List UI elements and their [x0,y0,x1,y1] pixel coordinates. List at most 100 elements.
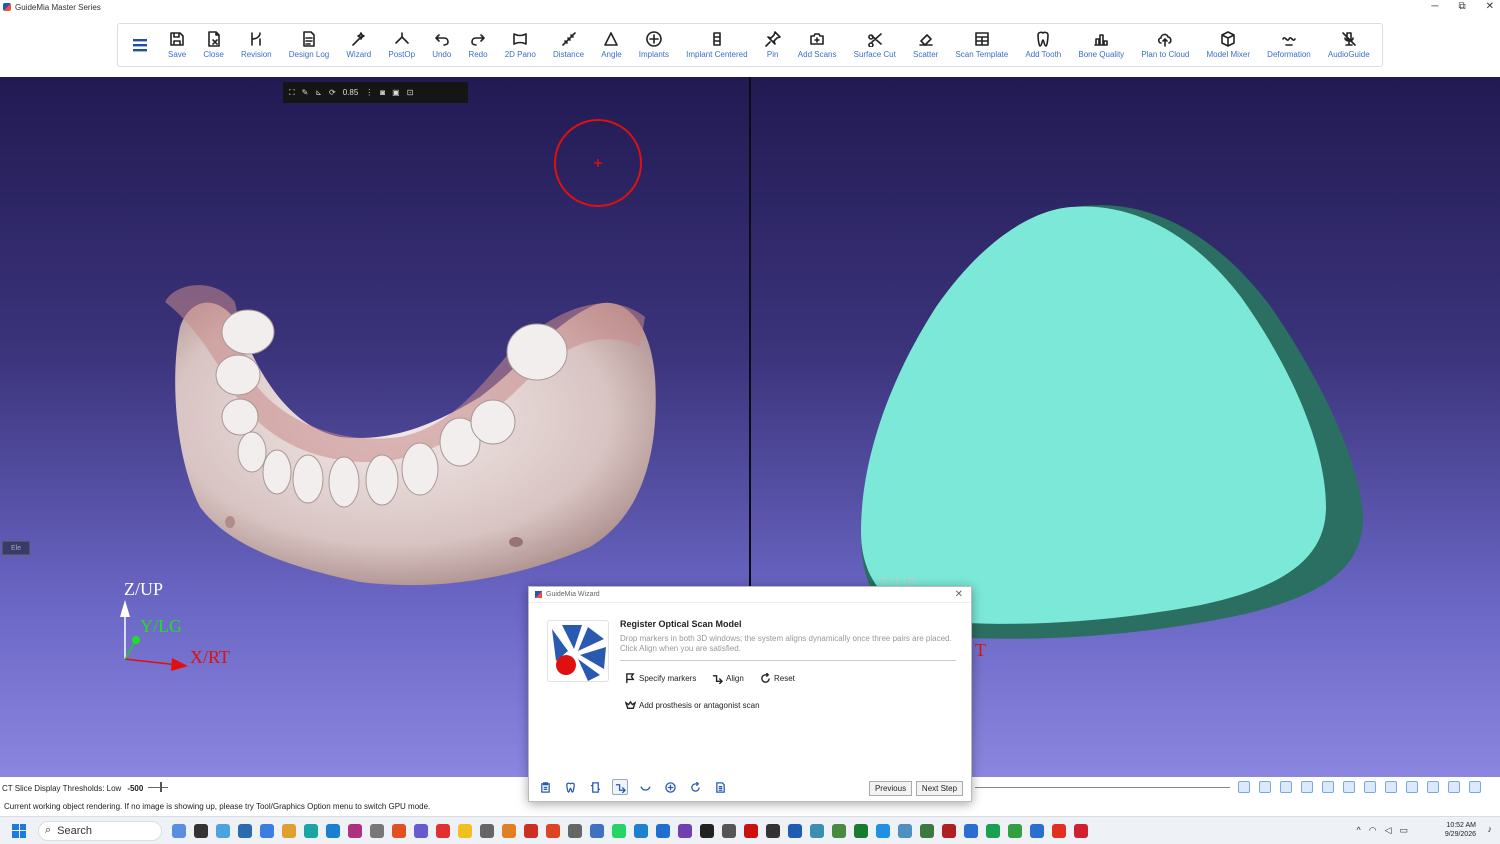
dialog-close-button[interactable]: ✕ [955,589,963,600]
taskbar-app-icon[interactable] [678,823,692,838]
taskbar-app-icon[interactable] [370,823,384,838]
taskbar-app-icon[interactable] [568,823,582,838]
clock[interactable]: 10:52 AM 9/29/2026 [1445,821,1476,839]
taskbar-app-icon[interactable] [348,823,362,838]
toolbar-bone-quality-button[interactable]: Bone Quality [1072,23,1130,67]
taskbar-app-icon[interactable] [172,823,186,838]
taskbar-app-icon[interactable] [722,823,736,838]
layout-slot-icon[interactable] [1406,781,1418,793]
layout-slot-icon[interactable] [1343,781,1355,793]
hamburger-menu-button[interactable] [118,23,162,67]
layout-slot-icon[interactable] [1364,781,1376,793]
video-icon[interactable]: ▣ [392,88,400,97]
toolbar-implant-centered-button[interactable]: Implant Centered [680,23,753,67]
toolbar-design-log-button[interactable]: Design Log [283,23,335,67]
layout-slot-icon[interactable] [1280,781,1292,793]
toolbar-undo-button[interactable]: Undo [426,23,457,67]
toolbar-scan-template-button[interactable]: Scan Template [949,23,1014,67]
toolbar-surface-cut-button[interactable]: Surface Cut [848,23,902,67]
toolbar-add-tooth-button[interactable]: Add Tooth [1019,23,1067,67]
taskbar-app-icon[interactable] [876,823,890,838]
step-implant-icon[interactable] [662,779,678,795]
ruler-icon[interactable]: ⊾ [315,88,322,97]
toolbar-postop-button[interactable]: PostOp [382,23,421,67]
toolbar-distance-button[interactable]: Distance [547,23,590,67]
wifi-icon[interactable]: ◠ [1369,825,1377,836]
layout-slot-icon[interactable] [1259,781,1271,793]
taskbar-app-icon[interactable] [458,823,472,838]
fit-view-icon[interactable]: ⛶ [289,88,295,98]
taskbar-app-icon[interactable] [546,823,560,838]
toolbar-save-button[interactable]: Save [162,23,192,67]
notification-bell-icon[interactable]: ♪ [1488,824,1493,834]
toolbar-audioguide-button[interactable]: AudioGuide [1322,23,1376,67]
layout-slot-icon[interactable] [1448,781,1460,793]
toolbar-add-scans-button[interactable]: Add Scans [792,23,843,67]
chevron-up-icon[interactable]: ^ [1356,825,1360,836]
taskbar-app-icon[interactable] [326,823,340,838]
taskbar-app-icon[interactable] [942,823,956,838]
toolbar-close-button[interactable]: Close [197,23,229,67]
close-window-button[interactable]: ✕ [1486,0,1494,13]
toolbar-model-mixer-button[interactable]: Model Mixer [1200,23,1256,67]
taskbar-app-icon[interactable] [832,823,846,838]
reset-button[interactable]: Reset [760,673,795,684]
layout-slot-icon[interactable] [1238,781,1250,793]
taskbar-app-icon[interactable] [964,823,978,838]
toolbar-deformation-button[interactable]: Deformation [1261,23,1317,67]
toolbar-angle-button[interactable]: Angle [595,23,627,67]
windows-start-icon[interactable] [12,823,26,838]
taskbar-app-icon[interactable] [216,823,230,838]
taskbar-app-icon[interactable] [854,823,868,838]
taskbar-app-icon[interactable] [986,823,1000,838]
add-prosthesis-button[interactable]: Add prosthesis or antagonist scan [625,700,760,711]
taskbar-app-icon[interactable] [1052,823,1066,838]
rotate-icon[interactable]: ⟳ [329,88,336,97]
maximize-button[interactable]: ⧉ [1458,0,1465,13]
toolbar-plan-to-cloud-button[interactable]: Plan to Cloud [1135,23,1195,67]
threshold-slider-thumb[interactable] [160,782,162,792]
taskbar-app-icon[interactable] [700,823,714,838]
slice-slider-track[interactable] [975,787,1230,788]
taskbar-app-icon[interactable] [1030,823,1044,838]
layout-slot-icon[interactable] [1469,781,1481,793]
toolbar-pin-button[interactable]: Pin [759,23,787,67]
step-tooth-icon[interactable] [562,779,578,795]
taskbar-app-icon[interactable] [260,823,274,838]
toolbar-scatter-button[interactable]: Scatter [907,23,944,67]
align-button[interactable]: Align [712,673,744,684]
taskbar-app-icon[interactable] [414,823,428,838]
taskbar-app-icon[interactable] [810,823,824,838]
taskbar-app-icon[interactable] [898,823,912,838]
taskbar-app-icon[interactable] [524,823,538,838]
taskbar-app-icon[interactable] [392,823,406,838]
battery-icon[interactable]: ▭ [1399,825,1408,836]
step-rotate-icon[interactable] [687,779,703,795]
taskbar-app-icon[interactable] [282,823,296,838]
taskbar-app-icon[interactable] [502,823,516,838]
layout-slot-icon[interactable] [1322,781,1334,793]
taskbar-app-icon[interactable] [304,823,318,838]
more-icon[interactable]: ⋮ [365,88,373,97]
side-panel-tab[interactable]: Ele [2,541,30,555]
taskbar-app-icon[interactable] [766,823,780,838]
camera-icon[interactable]: ◙ [380,88,385,97]
specify-markers-button[interactable]: Specify markers [625,673,696,684]
taskbar-app-icon[interactable] [612,823,626,838]
taskbar-search[interactable]: ⌕ Search [38,820,162,841]
step-clipboard-icon[interactable] [537,779,553,795]
next-step-button[interactable]: Next Step [916,781,963,796]
pencil-icon[interactable]: ✎ [302,88,309,97]
minimize-button[interactable]: ─ [1431,0,1438,13]
zoom-value[interactable]: 0.85 [343,88,359,97]
step-align-icon[interactable] [612,779,628,795]
taskbar-app-icon[interactable] [238,823,252,838]
toolbar-wizard-button[interactable]: Wizard [340,23,377,67]
taskbar-app-icon[interactable] [194,823,208,838]
threshold-slider-track[interactable] [148,787,168,788]
taskbar-app-icon[interactable] [1008,823,1022,838]
layout-slot-icon[interactable] [1385,781,1397,793]
previous-button[interactable]: Previous [869,781,912,796]
toolbar-2d-pano-button[interactable]: 2D Pano [499,23,542,67]
step-document-icon[interactable] [712,779,728,795]
